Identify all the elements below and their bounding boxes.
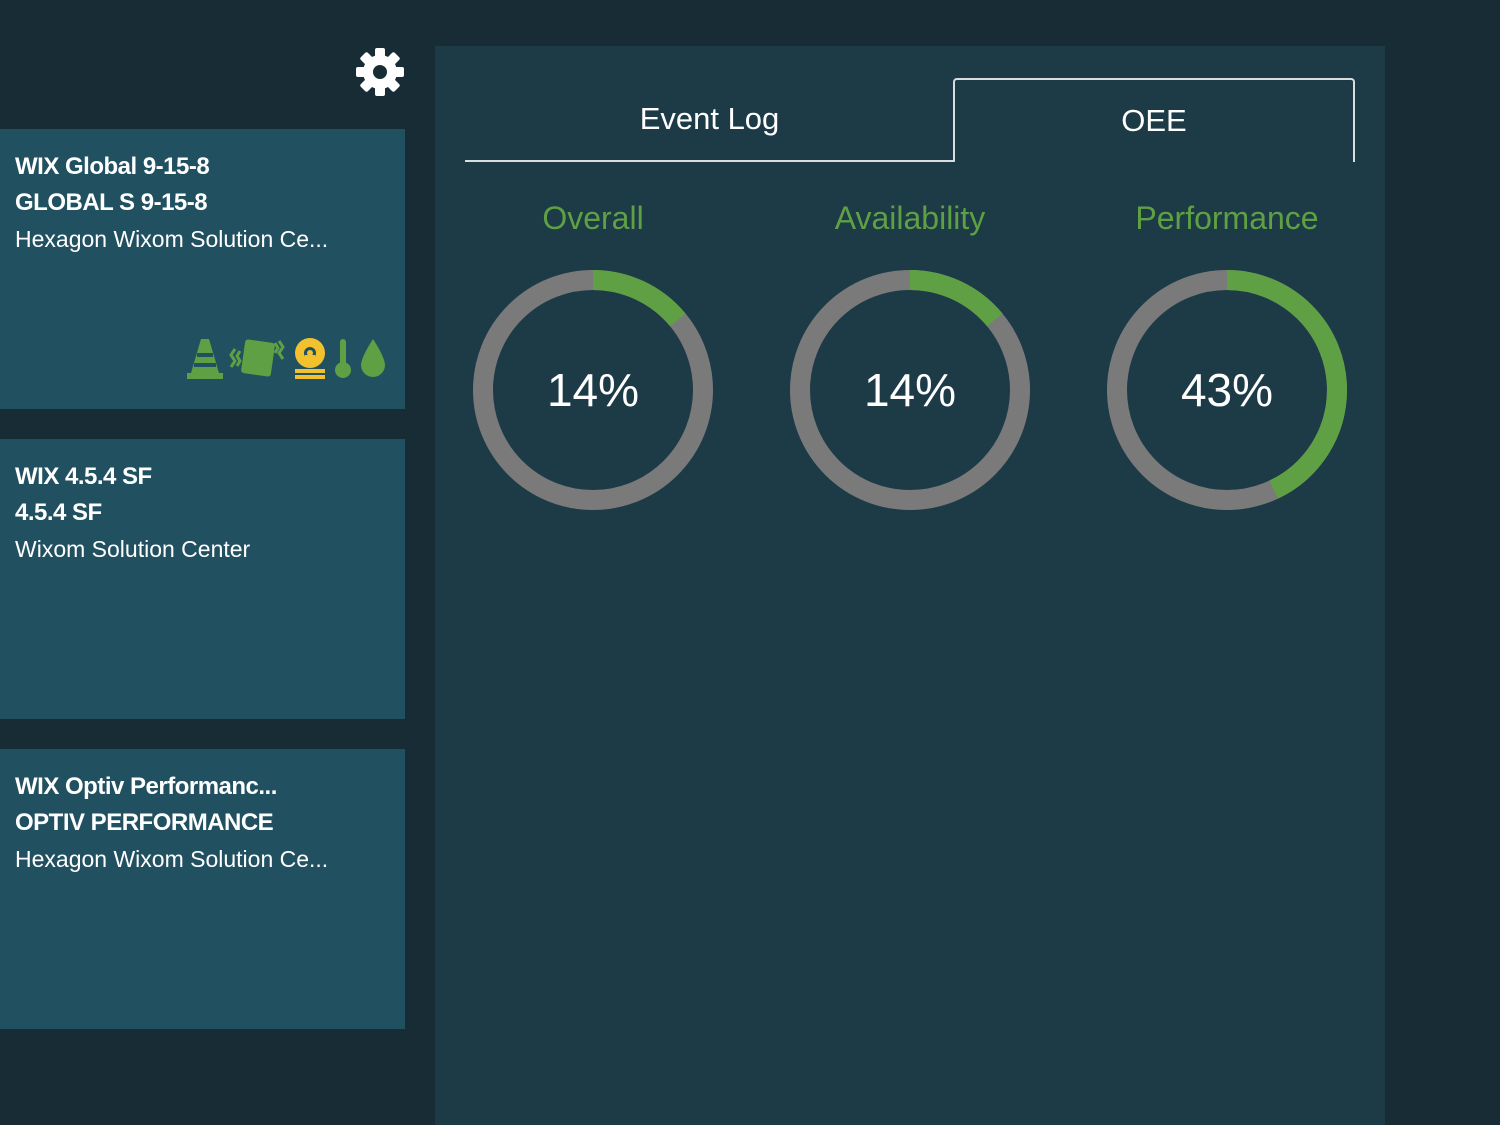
detail-panel: Event Log OEE Overall 14% Availability 1… (435, 46, 1385, 1125)
gauge-title: Overall (542, 200, 644, 236)
gauge-title: Availability (834, 200, 986, 236)
status-icons (187, 337, 387, 384)
machine-model: OPTIV PERFORMANCE (15, 809, 274, 836)
gauge-ring: 14% (473, 270, 713, 510)
machine-model: GLOBAL S 9-15-8 (15, 189, 208, 216)
gauge-value: 43% (1181, 364, 1273, 416)
gauge-ring: 14% (790, 270, 1030, 510)
gauge-title: Performance (1135, 200, 1319, 236)
settings-gear-icon[interactable] (354, 46, 406, 98)
tab-bar: Event Log OEE (465, 78, 1355, 162)
gauge-value: 14% (547, 364, 639, 416)
tab-event-log[interactable]: Event Log (465, 78, 954, 162)
tab-oee[interactable]: OEE (953, 78, 1355, 162)
vibration-icon (229, 337, 287, 384)
gauge-overall: Overall 14% (453, 196, 733, 513)
machine-name: WIX 4.5.4 SF (15, 463, 152, 490)
machine-card-optiv[interactable]: WIX Optiv Performanc... OPTIV PERFORMANC… (0, 749, 405, 1029)
machine-card-global[interactable]: WIX Global 9-15-8 GLOBAL S 9-15-8 Hexago… (0, 129, 405, 409)
gauge-ring: 43% (1107, 270, 1347, 510)
machine-location: Wixom Solution Center (15, 536, 251, 562)
machine-card-454sf[interactable]: WIX 4.5.4 SF 4.5.4 SF Wixom Solution Cen… (0, 439, 405, 719)
cone-icon (187, 337, 223, 384)
machine-model: 4.5.4 SF (15, 499, 102, 526)
operator-icon (293, 337, 327, 384)
machine-location: Hexagon Wixom Solution Ce... (15, 846, 329, 872)
gauge-availability: Availability 14% (770, 196, 1050, 513)
machine-name: WIX Global 9-15-8 (15, 153, 210, 180)
machine-name: WIX Optiv Performanc... (15, 773, 277, 800)
machine-location: Hexagon Wixom Solution Ce... (15, 226, 329, 252)
gauge-performance: Performance 43% (1087, 196, 1367, 513)
thermometer-icon (333, 337, 353, 384)
droplet-icon (359, 337, 387, 384)
gauge-value: 14% (864, 364, 956, 416)
